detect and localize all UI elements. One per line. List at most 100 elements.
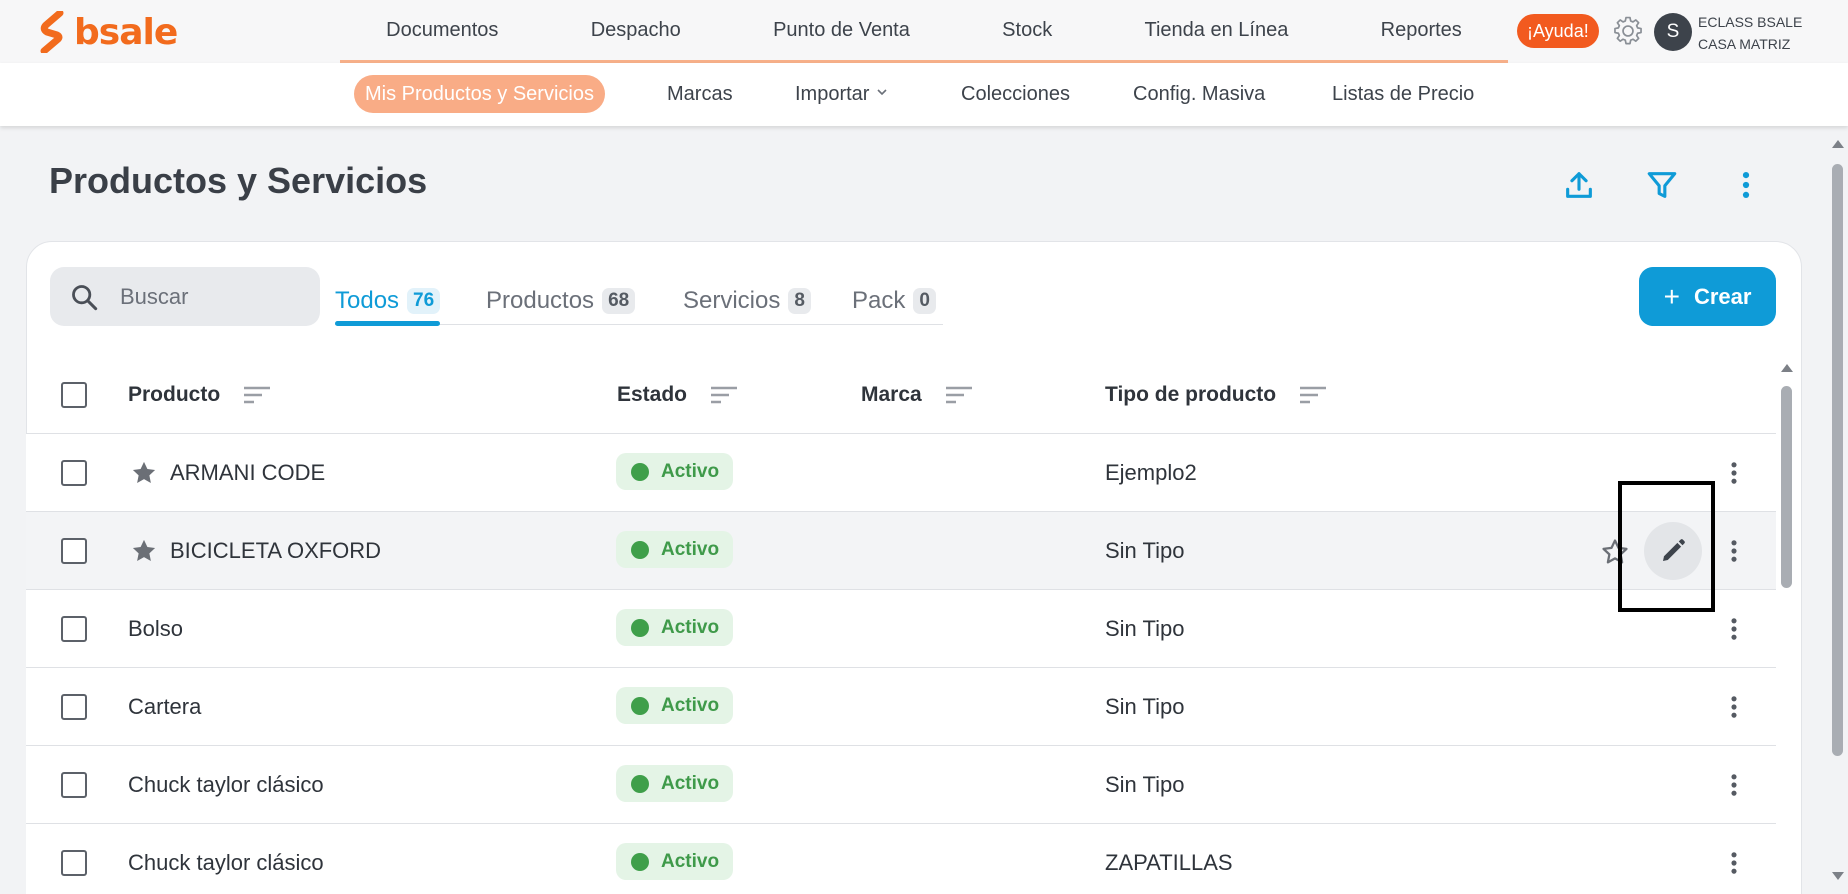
chevron-down-icon: [877, 89, 888, 96]
row-more-icon[interactable]: [1720, 537, 1748, 565]
tab-todos[interactable]: Todos 76: [335, 276, 441, 326]
row-checkbox[interactable]: [61, 538, 87, 564]
search-icon: [72, 285, 98, 311]
table-row[interactable]: Chuck taylor clásico Activo ZAPATILLAS: [26, 824, 1776, 894]
tab-label: Todos: [335, 286, 400, 314]
subnav-item-importar[interactable]: Importar: [795, 75, 888, 113]
star-filled-icon[interactable]: [130, 459, 158, 487]
column-label: Tipo de producto: [1105, 383, 1277, 406]
search-input[interactable]: [120, 267, 310, 326]
scrollbar-thumb[interactable]: [1781, 386, 1792, 588]
nav-item-punto-de-venta[interactable]: Punto de Venta: [773, 19, 910, 42]
status-dot: [631, 696, 649, 715]
row-checkbox[interactable]: [61, 772, 87, 798]
subnav-item-marcas[interactable]: Marcas: [667, 75, 733, 113]
row-more-icon[interactable]: [1720, 771, 1748, 799]
create-button[interactable]: + Crear: [1639, 267, 1776, 326]
product-name[interactable]: Chuck taylor clásico: [128, 850, 324, 876]
sort-icon[interactable]: [709, 384, 739, 406]
avatar[interactable]: S: [1654, 13, 1692, 51]
table-row[interactable]: BICICLETA OXFORD Activo Sin Tipo: [26, 512, 1776, 590]
subnav-item-colecciones[interactable]: Colecciones: [961, 75, 1070, 113]
status-badge: Activo: [616, 531, 734, 568]
product-type: Sin Tipo: [1105, 616, 1185, 641]
subnav-item-listas-de-precio[interactable]: Listas de Precio: [1332, 75, 1474, 113]
sub-nav: Mis Productos y Servicios Marcas Importa…: [0, 63, 1848, 126]
column-label: Estado: [617, 383, 688, 406]
status-badge: Activo: [616, 765, 734, 802]
select-all-checkbox[interactable]: [61, 382, 87, 408]
row-more-icon[interactable]: [1720, 459, 1748, 487]
status-badge: Activo: [616, 843, 734, 880]
nav-item-tienda-en-linea[interactable]: Tienda en Línea: [1145, 19, 1289, 42]
table-scrollbar[interactable]: [1778, 360, 1797, 894]
status-label: Activo: [661, 850, 720, 872]
product-name[interactable]: ARMANI CODE: [170, 460, 325, 486]
branch-name: CASA MATRIZ: [1698, 36, 1791, 52]
product-name-cell: BICICLETA OXFORD: [130, 512, 381, 590]
row-checkbox[interactable]: [61, 616, 87, 642]
highlight-box: [1618, 481, 1715, 612]
user-info[interactable]: ECLASS BSALE CASA MATRIZ: [1698, 11, 1802, 55]
product-type: Sin Tipo: [1105, 694, 1185, 719]
upload-icon[interactable]: [1562, 168, 1596, 202]
row-checkbox[interactable]: [61, 850, 87, 876]
sort-icon[interactable]: [1298, 384, 1328, 406]
filter-icon[interactable]: [1645, 168, 1679, 202]
status-badge: Activo: [616, 609, 734, 646]
top-bar: bsale Documentos Despacho Punto de Venta…: [0, 0, 1848, 63]
product-name-cell: Bolso: [128, 590, 183, 668]
nav-item-documentos[interactable]: Documentos: [386, 19, 498, 42]
sort-icon[interactable]: [944, 384, 974, 406]
table-row[interactable]: Chuck taylor clásico Activo Sin Tipo: [26, 746, 1776, 824]
tab-productos[interactable]: Productos 68: [486, 276, 636, 325]
tab-pack[interactable]: Pack 0: [852, 276, 936, 325]
nav-item-despacho[interactable]: Despacho: [591, 19, 681, 42]
scrollbar-thumb[interactable]: [1832, 164, 1843, 756]
status-badge: Activo: [616, 687, 734, 724]
product-name[interactable]: BICICLETA OXFORD: [170, 538, 381, 564]
table-row[interactable]: ARMANI CODE Activo Ejemplo2: [26, 434, 1776, 512]
row-more-icon[interactable]: [1720, 615, 1748, 643]
scroll-up-arrow-icon[interactable]: [1832, 140, 1844, 148]
scroll-up-arrow-icon[interactable]: [1781, 364, 1793, 372]
column-header-estado[interactable]: Estado: [617, 356, 739, 434]
page-scrollbar[interactable]: [1829, 134, 1848, 894]
status-label: Activo: [661, 694, 720, 716]
nav-item-reportes[interactable]: Reportes: [1381, 19, 1462, 42]
column-header-producto[interactable]: Producto: [128, 356, 272, 434]
row-more-icon[interactable]: [1720, 849, 1748, 877]
product-name[interactable]: Cartera: [128, 694, 201, 720]
bsale-logo[interactable]: bsale: [38, 10, 178, 54]
more-vertical-icon[interactable]: [1729, 168, 1763, 202]
star-filled-icon[interactable]: [130, 537, 158, 565]
row-more-icon[interactable]: [1720, 693, 1748, 721]
status-dot: [631, 774, 649, 793]
search-box[interactable]: [50, 267, 320, 326]
row-checkbox[interactable]: [61, 460, 87, 486]
tab-count-badge: 76: [407, 287, 441, 314]
table-row[interactable]: Bolso Activo Sin Tipo: [26, 590, 1776, 668]
tab-count-badge: 0: [913, 287, 936, 314]
table-row[interactable]: Cartera Activo Sin Tipo: [26, 668, 1776, 746]
sort-icon[interactable]: [242, 384, 272, 406]
status-dot: [631, 852, 649, 871]
tab-count-badge: 68: [602, 287, 636, 314]
product-name[interactable]: Bolso: [128, 616, 183, 642]
row-checkbox[interactable]: [61, 694, 87, 720]
tab-servicios[interactable]: Servicios 8: [683, 276, 811, 325]
scroll-down-arrow-icon[interactable]: [1832, 872, 1844, 880]
tab-label: Servicios: [683, 286, 781, 314]
gear-icon[interactable]: [1611, 14, 1645, 48]
subnav-item-config-masiva[interactable]: Config. Masiva: [1133, 75, 1265, 113]
help-button[interactable]: ¡Ayuda!: [1517, 14, 1599, 48]
subnav-item-mis-productos[interactable]: Mis Productos y Servicios: [354, 75, 605, 113]
column-header-tipo-de-producto[interactable]: Tipo de producto: [1105, 356, 1328, 434]
product-type: Sin Tipo: [1105, 772, 1185, 797]
product-name[interactable]: Chuck taylor clásico: [128, 772, 324, 798]
status-dot: [631, 618, 649, 637]
company-name: ECLASS BSALE: [1698, 14, 1803, 30]
subnav-item-importar-label: Importar: [795, 83, 870, 105]
nav-item-stock[interactable]: Stock: [1002, 19, 1052, 42]
column-header-marca[interactable]: Marca: [861, 356, 974, 434]
